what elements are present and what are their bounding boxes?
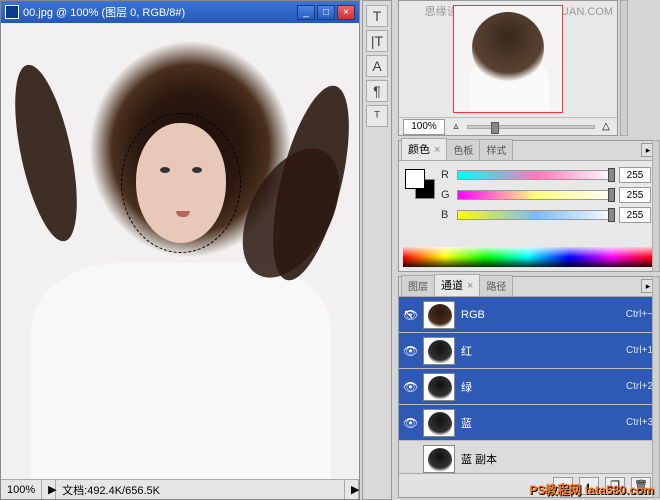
close-button[interactable]: × [337, 5, 355, 20]
channel-name: 绿 [461, 379, 620, 395]
zoom-input[interactable] [403, 119, 445, 135]
tab-layers[interactable]: 图层 [401, 275, 435, 296]
doc-title: 00.jpg @ 100% (图层 0, RGB/8#) [23, 4, 293, 20]
channel-row[interactable]: 👁 蓝 Ctrl+3 [399, 405, 657, 441]
rgb-sliders: R G B [441, 165, 651, 225]
channel-thumbnail[interactable] [423, 373, 455, 401]
slider-r[interactable] [457, 170, 615, 180]
foreground-swatch[interactable] [405, 169, 425, 189]
panel-grip[interactable] [620, 0, 628, 136]
label-r: R [441, 169, 453, 181]
type-vertical-icon[interactable]: |T [366, 30, 388, 52]
channel-shortcut: Ctrl+~ [626, 309, 653, 320]
visibility-eye-icon[interactable]: 👁 [403, 380, 417, 394]
minimize-button[interactable]: _ [297, 5, 315, 20]
zoom-in-icon[interactable]: △ [599, 121, 613, 132]
channel-row[interactable]: 👁 红 Ctrl+1 [399, 333, 657, 369]
image-content [1, 23, 359, 479]
zoom-menu-arrow[interactable]: ▶ [42, 480, 56, 499]
channel-row[interactable]: 👁RGB↖Ctrl+~ [399, 297, 657, 333]
maximize-button[interactable]: □ [317, 5, 335, 20]
channel-row[interactable]: 蓝 副本 [399, 441, 657, 473]
slider-r-knob[interactable] [608, 168, 615, 182]
navigator-thumbnail[interactable] [453, 5, 563, 113]
channel-shortcut: Ctrl+3 [626, 417, 653, 428]
character-panel-icon[interactable]: A [366, 55, 388, 77]
label-g: G [441, 189, 453, 201]
tab-styles[interactable]: 样式 [479, 139, 513, 160]
slider-g[interactable] [457, 190, 615, 200]
color-panel: 颜色× 色板 样式 ▸ R G B [398, 140, 658, 272]
slider-row-g: G [441, 185, 651, 205]
save-selection-icon[interactable]: ◐ [579, 477, 599, 495]
doc-titlebar[interactable]: 00.jpg @ 100% (图层 0, RGB/8#) _ □ × [1, 1, 359, 23]
color-panel-tabs: 颜色× 色板 样式 [399, 141, 657, 161]
zoom-readout[interactable]: 100% [1, 480, 42, 499]
channel-shortcut: Ctrl+1 [626, 345, 653, 356]
channel-row[interactable]: 👁 绿 Ctrl+2 [399, 369, 657, 405]
channel-footer: ○ ◐ ❐ 🗑 [399, 473, 657, 497]
visibility-eye-icon[interactable]: 👁 [403, 416, 417, 430]
tab-swatches[interactable]: 色板 [446, 139, 480, 160]
document-canvas[interactable] [1, 23, 359, 479]
tab-paths[interactable]: 路径 [479, 275, 513, 296]
label-b: B [441, 209, 453, 221]
slider-g-knob[interactable] [608, 188, 615, 202]
zoom-slider[interactable] [467, 125, 595, 129]
channel-name: 蓝 副本 [461, 451, 647, 467]
visibility-eye-icon[interactable] [403, 452, 417, 466]
tab-channels[interactable]: 通道× [434, 274, 480, 296]
document-statusbar: 100% ▶ 文档:492.4K/656.5K ▶ [1, 479, 359, 499]
visibility-eye-icon[interactable]: 👁 [403, 344, 417, 358]
channel-shortcut: Ctrl+2 [626, 381, 653, 392]
zoom-out-icon[interactable]: ▵ [449, 121, 463, 132]
input-b[interactable] [619, 207, 651, 223]
channel-thumbnail[interactable] [423, 301, 455, 329]
zoom-slider-thumb[interactable] [491, 122, 499, 134]
document-window: 00.jpg @ 100% (图层 0, RGB/8#) _ □ × 100% … [0, 0, 360, 500]
window-buttons: _ □ × [297, 5, 355, 20]
slider-row-b: B [441, 205, 651, 225]
ps-doc-icon [5, 5, 19, 19]
panel-grip[interactable] [652, 140, 660, 272]
slider-b[interactable] [457, 210, 615, 220]
channel-list: 👁RGB↖Ctrl+~👁红Ctrl+1👁绿Ctrl+2👁蓝Ctrl+3蓝 副本 [399, 297, 657, 473]
slider-row-r: R [441, 165, 651, 185]
navigator-zoom-bar: ▵ △ [399, 117, 617, 135]
face-shape [136, 123, 226, 243]
channel-thumbnail[interactable] [423, 445, 455, 473]
type-options-icon[interactable]: ᵀ [366, 105, 388, 127]
input-r[interactable] [619, 167, 651, 183]
doc-info[interactable]: 文档:492.4K/656.5K [56, 480, 345, 499]
type-tool-strip: T |T A ¶ ᵀ [362, 0, 392, 500]
channel-name: 蓝 [461, 415, 620, 431]
visibility-eye-icon[interactable]: 👁 [403, 308, 417, 322]
channel-name: RGB [461, 309, 620, 321]
channel-thumbnail[interactable] [423, 337, 455, 365]
color-ramp[interactable] [403, 247, 653, 267]
load-selection-icon[interactable]: ○ [553, 477, 573, 495]
tab-color[interactable]: 颜色× [401, 138, 447, 160]
info-menu-arrow[interactable]: ▶ [345, 480, 359, 499]
channels-panel: 图层 通道× 路径 ▸ 👁RGB↖Ctrl+~👁红Ctrl+1👁绿Ctrl+2👁… [398, 276, 658, 498]
navigator-panel: 思缘设计论坛 WWW.MISSYUAN.COM ▵ △ [398, 0, 618, 136]
panel-grip[interactable] [652, 276, 660, 498]
input-g[interactable] [619, 187, 651, 203]
navigator-preview[interactable]: 思缘设计论坛 WWW.MISSYUAN.COM [399, 1, 617, 117]
channel-name: 红 [461, 343, 620, 359]
delete-channel-icon[interactable]: 🗑 [631, 477, 651, 495]
paragraph-panel-icon[interactable]: ¶ [366, 80, 388, 102]
new-channel-icon[interactable]: ❐ [605, 477, 625, 495]
channels-panel-tabs: 图层 通道× 路径 [399, 277, 657, 297]
slider-b-knob[interactable] [608, 208, 615, 222]
fg-bg-swatch[interactable] [405, 169, 435, 199]
channel-thumbnail[interactable] [423, 409, 455, 437]
type-horizontal-icon[interactable]: T [366, 5, 388, 27]
